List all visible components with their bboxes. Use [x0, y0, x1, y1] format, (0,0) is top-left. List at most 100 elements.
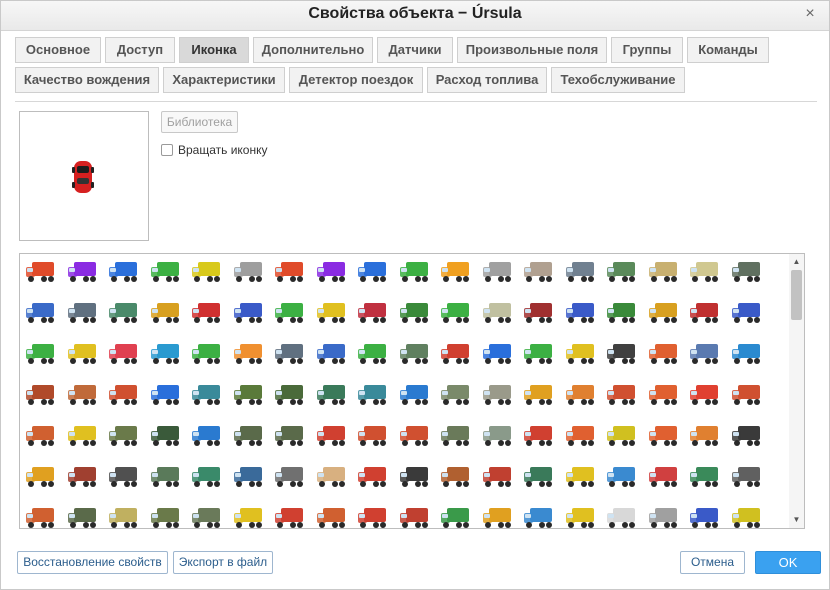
truck-icon[interactable]	[356, 464, 390, 490]
truck-icon[interactable]	[107, 259, 141, 285]
truck-icon[interactable]	[481, 300, 515, 326]
truck-icon[interactable]	[439, 423, 473, 449]
icon-library-grid[interactable]	[19, 253, 805, 529]
truck-icon[interactable]	[24, 382, 58, 408]
truck-icon[interactable]	[356, 382, 390, 408]
truck-icon[interactable]	[439, 341, 473, 367]
truck-icon[interactable]	[398, 464, 432, 490]
truck-icon[interactable]	[522, 505, 556, 528]
truck-icon[interactable]	[232, 464, 266, 490]
truck-icon[interactable]	[730, 259, 764, 285]
truck-icon[interactable]	[439, 505, 473, 528]
truck-icon[interactable]	[190, 300, 224, 326]
truck-icon[interactable]	[647, 423, 681, 449]
truck-icon[interactable]	[730, 382, 764, 408]
truck-icon[interactable]	[730, 423, 764, 449]
truck-icon[interactable]	[481, 259, 515, 285]
truck-icon[interactable]	[315, 382, 349, 408]
truck-icon[interactable]	[481, 505, 515, 528]
truck-icon[interactable]	[481, 464, 515, 490]
truck-icon[interactable]	[564, 300, 598, 326]
truck-icon[interactable]	[315, 505, 349, 528]
truck-icon[interactable]	[149, 464, 183, 490]
truck-icon[interactable]	[398, 300, 432, 326]
truck-icon[interactable]	[107, 505, 141, 528]
truck-icon[interactable]	[273, 423, 307, 449]
truck-icon[interactable]	[190, 382, 224, 408]
truck-icon[interactable]	[190, 259, 224, 285]
truck-icon[interactable]	[273, 259, 307, 285]
truck-icon[interactable]	[24, 341, 58, 367]
truck-icon[interactable]	[273, 300, 307, 326]
truck-icon[interactable]	[522, 259, 556, 285]
truck-icon[interactable]	[522, 300, 556, 326]
truck-icon[interactable]	[356, 259, 390, 285]
truck-icon[interactable]	[605, 300, 639, 326]
truck-icon[interactable]	[66, 341, 100, 367]
truck-icon[interactable]	[398, 259, 432, 285]
truck-icon[interactable]	[730, 341, 764, 367]
truck-icon[interactable]	[315, 423, 349, 449]
truck-icon[interactable]	[66, 259, 100, 285]
rotate-icon-option[interactable]: Вращать иконку	[161, 142, 268, 158]
truck-icon[interactable]	[273, 382, 307, 408]
truck-icon[interactable]	[564, 464, 598, 490]
truck-icon[interactable]	[481, 341, 515, 367]
truck-icon[interactable]	[605, 382, 639, 408]
truck-icon[interactable]	[522, 423, 556, 449]
truck-icon[interactable]	[149, 300, 183, 326]
truck-icon[interactable]	[605, 259, 639, 285]
truck-icon[interactable]	[688, 341, 722, 367]
ok-button[interactable]: OK	[755, 551, 821, 574]
truck-icon[interactable]	[356, 341, 390, 367]
restore-properties-button[interactable]: Восстановление свойств	[17, 551, 168, 574]
truck-icon[interactable]	[24, 300, 58, 326]
truck-icon[interactable]	[688, 300, 722, 326]
truck-icon[interactable]	[647, 464, 681, 490]
truck-icon[interactable]	[24, 423, 58, 449]
truck-icon[interactable]	[315, 259, 349, 285]
truck-icon[interactable]	[730, 300, 764, 326]
truck-icon[interactable]	[24, 505, 58, 528]
truck-icon[interactable]	[190, 341, 224, 367]
truck-icon[interactable]	[273, 341, 307, 367]
tab-gruppy[interactable]: Группы	[611, 37, 683, 63]
truck-icon[interactable]	[149, 423, 183, 449]
cancel-button[interactable]: Отмена	[680, 551, 745, 574]
truck-icon[interactable]	[24, 259, 58, 285]
truck-icon[interactable]	[564, 382, 598, 408]
icon-grid-scrollbar[interactable]: ▲ ▼	[789, 253, 805, 529]
truck-icon[interactable]	[688, 382, 722, 408]
truck-icon[interactable]	[149, 382, 183, 408]
scroll-down-icon[interactable]: ▼	[789, 513, 804, 527]
truck-icon[interactable]	[647, 259, 681, 285]
truck-icon[interactable]	[688, 464, 722, 490]
truck-icon[interactable]	[564, 259, 598, 285]
truck-icon[interactable]	[688, 423, 722, 449]
truck-icon[interactable]	[66, 423, 100, 449]
truck-icon[interactable]	[730, 505, 764, 528]
truck-icon[interactable]	[149, 259, 183, 285]
tab-rashod-topliva[interactable]: Расход топлива	[427, 67, 547, 93]
truck-icon[interactable]	[190, 423, 224, 449]
truck-icon[interactable]	[688, 259, 722, 285]
tab-osnovnoe[interactable]: Основное	[15, 37, 101, 63]
truck-icon[interactable]	[730, 464, 764, 490]
close-icon[interactable]: ×	[803, 6, 817, 22]
truck-icon[interactable]	[107, 341, 141, 367]
truck-icon[interactable]	[66, 464, 100, 490]
truck-icon[interactable]	[439, 382, 473, 408]
truck-icon[interactable]	[564, 423, 598, 449]
truck-icon[interactable]	[107, 382, 141, 408]
tab-dopolnitelno[interactable]: Дополнительно	[253, 37, 373, 63]
tab-datchiki[interactable]: Датчики	[377, 37, 453, 63]
truck-icon[interactable]	[107, 423, 141, 449]
truck-icon[interactable]	[605, 423, 639, 449]
truck-icon[interactable]	[647, 341, 681, 367]
truck-icon[interactable]	[107, 464, 141, 490]
truck-icon[interactable]	[232, 259, 266, 285]
tab-tehobsluzhivanie[interactable]: Техобслуживание	[551, 67, 685, 93]
truck-icon[interactable]	[232, 505, 266, 528]
library-button[interactable]: Библиотека	[161, 111, 238, 133]
tab-komandy[interactable]: Команды	[687, 37, 769, 63]
